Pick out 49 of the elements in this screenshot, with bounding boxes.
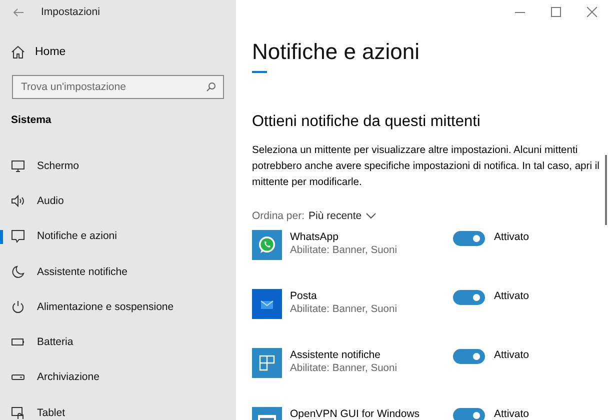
sender-name[interactable]: OpenVPN GUI for Windows bbox=[290, 408, 453, 420]
chevron-down-icon[interactable] bbox=[366, 213, 376, 219]
maximize-icon[interactable] bbox=[551, 7, 561, 17]
title-accent bbox=[252, 71, 267, 73]
grid-app-icon bbox=[252, 348, 282, 378]
description-text: Seleziona un mittente per visualizzare altre impostazioni. Alcuni mittenti potrebbero anche avere specifiche impostazioni di notifica. In tal caso, apri il mittente per modificarle. bbox=[252, 144, 600, 190]
home-icon[interactable] bbox=[11, 45, 25, 59]
close-icon[interactable] bbox=[587, 7, 597, 17]
power-icon bbox=[11, 300, 25, 314]
back-arrow-icon[interactable] bbox=[13, 8, 24, 16]
sidebar-item[interactable]: Alimentazione e sospensione bbox=[37, 300, 174, 313]
toggle-switch[interactable] bbox=[453, 231, 485, 246]
window-title: Impostazioni bbox=[41, 6, 100, 18]
sender-name[interactable]: WhatsApp bbox=[290, 231, 453, 243]
sidebar-item[interactable]: Notifiche e azioni bbox=[37, 230, 117, 242]
speaker-icon bbox=[11, 194, 25, 208]
toggle-switch[interactable] bbox=[453, 290, 485, 305]
section-heading: Ottieni notifiche da questi mittenti bbox=[252, 113, 482, 131]
search-icon bbox=[206, 82, 216, 92]
sender-detail: Abilitate: Banner, Suoni bbox=[290, 363, 398, 374]
toggle-state: Attivato bbox=[494, 408, 530, 420]
sidebar-item[interactable]: Schermo bbox=[37, 160, 80, 172]
section-heading: Sistema bbox=[11, 114, 52, 126]
sender-name[interactable]: Assistente notifiche bbox=[290, 349, 453, 361]
sidebar-item[interactable]: Assistente notifiche bbox=[37, 266, 128, 278]
toggle-state: Attivato bbox=[494, 290, 530, 302]
monitor-icon bbox=[11, 158, 25, 173]
sort-label: Ordina per: bbox=[252, 210, 305, 222]
home-link[interactable]: Home bbox=[35, 46, 66, 58]
toggle-switch[interactable] bbox=[453, 408, 485, 420]
tablet-icon bbox=[11, 406, 25, 420]
toggle-state: Attivato bbox=[494, 349, 530, 361]
sender-name[interactable]: Posta bbox=[290, 290, 453, 302]
scrollbar[interactable] bbox=[605, 155, 607, 225]
sort-dropdown[interactable]: Più recente bbox=[308, 210, 362, 222]
search-field[interactable]: Trova un'impostazione bbox=[12, 75, 224, 99]
message-icon bbox=[11, 229, 25, 244]
sidebar-item[interactable]: Tablet bbox=[37, 406, 66, 419]
page-title: Notifiche e azioni bbox=[252, 39, 421, 65]
sidebar-item[interactable]: Archiviazione bbox=[37, 371, 100, 384]
toggle-state: Attivato bbox=[494, 231, 530, 243]
sidebar-item[interactable]: Audio bbox=[37, 194, 64, 207]
sender-detail: Abilitate: Banner, Suoni bbox=[290, 245, 398, 256]
mail-icon bbox=[252, 289, 282, 319]
moon-icon bbox=[11, 264, 25, 279]
sender-detail: Abilitate: Banner, Suoni bbox=[290, 304, 398, 315]
toggle-switch[interactable] bbox=[453, 349, 485, 364]
chat-app-icon bbox=[252, 230, 282, 260]
sidebar-item[interactable]: Batteria bbox=[37, 336, 74, 348]
